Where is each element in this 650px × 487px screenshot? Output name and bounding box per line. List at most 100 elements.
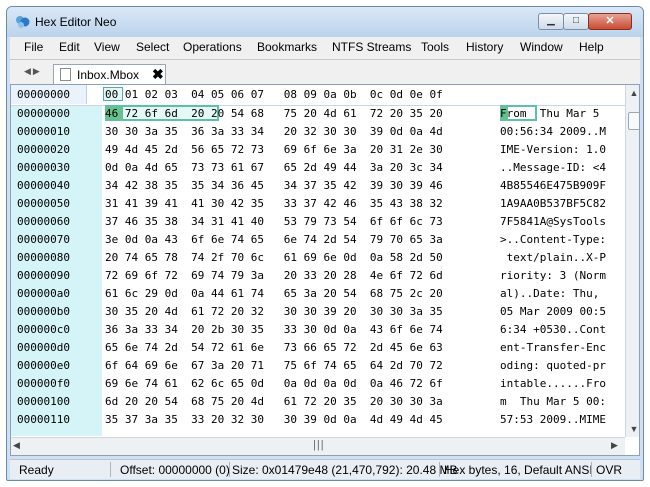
row-text[interactable]: 1A9AA0B537BF5C82 (500, 197, 606, 210)
row-text[interactable]: m Thu Mar 5 00: (500, 395, 606, 408)
row-text[interactable]: 05 Mar 2009 00:5 (500, 305, 606, 318)
close-button[interactable]: ✕ (588, 13, 632, 30)
row-text[interactable]: ..Message-ID: <4 (500, 161, 606, 174)
row-hex-bytes[interactable]: 72 69 6f 72 69 74 79 3a 20 33 20 28 4e 6… (105, 269, 443, 282)
menu-file[interactable]: File (24, 40, 43, 54)
hex-row[interactable]: 00000050 31 41 39 41 41 30 42 35 33 37 42… (11, 195, 611, 213)
vertical-scroll-thumb[interactable] (628, 112, 639, 130)
row-hex-bytes[interactable]: 6f 64 69 6e 67 3a 20 71 75 6f 74 65 64 2… (105, 359, 443, 372)
row-text[interactable]: IME-Version: 1.0 (500, 143, 606, 156)
horizontal-scrollbar[interactable]: ◀ ||| ▶ (11, 437, 625, 455)
row-hex-bytes[interactable]: 37 46 35 38 34 31 41 40 53 79 73 54 6f 6… (105, 215, 443, 228)
row-hex-bytes[interactable]: 34 42 38 35 35 34 36 45 34 37 35 42 39 3… (105, 179, 443, 192)
hex-row[interactable]: 00000070 3e 0d 0a 43 6f 6e 74 65 6e 74 2d… (11, 231, 611, 249)
hex-row[interactable]: 00000110 35 37 3a 35 33 20 32 30 30 39 0d… (11, 411, 611, 429)
menu-tools[interactable]: Tools (421, 40, 449, 54)
hex-row[interactable]: 00000080 20 74 65 78 74 2f 70 6c 61 69 6e… (11, 249, 611, 267)
row-hex-bytes[interactable]: 35 37 3a 35 33 20 32 30 30 39 0d 0a 4d 4… (105, 413, 443, 426)
row-offset: 00000030 (17, 161, 70, 174)
hex-row[interactable]: 00000040 34 42 38 35 35 34 36 45 34 37 35… (11, 177, 611, 195)
row-text[interactable]: al)..Date: Thu, (500, 287, 606, 300)
hex-editor-app-icon (16, 16, 30, 28)
row-text[interactable]: 6:34 +0530..Cont (500, 323, 606, 336)
row-hex-bytes[interactable]: 46 72 6f 6d 20 20 54 68 75 20 4d 61 72 2… (105, 107, 443, 120)
menu-operations[interactable]: Operations (183, 40, 242, 54)
minimize-button[interactable]: ▁ (538, 13, 564, 30)
row-offset: 00000080 (17, 251, 70, 264)
row-offset: 00000020 (17, 143, 70, 156)
hex-row[interactable]: 00000000 46 72 6f 6d 20 20 54 68 75 20 4d… (11, 105, 611, 123)
row-offset: 00000060 (17, 215, 70, 228)
row-text[interactable]: 7F5841A@SysTools (500, 215, 606, 228)
status-separator (229, 462, 230, 477)
row-text[interactable]: 4B85546E475B909F (500, 179, 606, 192)
row-hex-bytes[interactable]: 30 35 20 4d 61 72 20 32 30 30 39 20 30 3… (105, 305, 443, 318)
scroll-grip-icon[interactable]: ||| (313, 439, 325, 451)
row-hex-bytes[interactable]: 65 6e 74 2d 54 72 61 6e 73 66 65 72 2d 4… (105, 341, 443, 354)
row-offset: 00000010 (17, 125, 70, 138)
menu-ntfs-streams[interactable]: NTFS Streams (332, 40, 411, 54)
tab-scroll-arrows-icon[interactable]: ◀▶ (24, 66, 42, 77)
menu-history[interactable]: History (466, 40, 503, 54)
scroll-up-icon[interactable]: ▲ (626, 85, 639, 101)
row-text[interactable]: >..Content-Type: (500, 233, 606, 246)
row-hex-bytes[interactable]: 30 30 3a 35 36 3a 33 34 20 32 30 30 39 0… (105, 125, 443, 138)
hex-row[interactable]: 00000060 37 46 35 38 34 31 41 40 53 79 73… (11, 213, 611, 231)
row-hex-bytes[interactable]: 31 41 39 41 41 30 42 35 33 37 42 46 35 4… (105, 197, 443, 210)
row-hex-bytes[interactable]: 49 4d 45 2d 56 65 72 73 69 6f 6e 3a 20 3… (105, 143, 443, 156)
tab-strip: ◀▶ Inbox.Mbox ✖ (10, 60, 640, 85)
document-icon (60, 68, 71, 81)
row-hex-bytes[interactable]: 6d 20 20 54 68 75 20 4d 61 72 20 35 20 3… (105, 395, 443, 408)
scroll-left-icon[interactable]: ◀ (13, 440, 20, 451)
row-text[interactable]: ent-Transfer-Enc (500, 341, 606, 354)
menu-help[interactable]: Help (579, 40, 604, 54)
hex-row[interactable]: 000000c0 36 3a 33 34 20 2b 30 35 33 30 0d… (11, 321, 611, 339)
scroll-right-icon[interactable]: ▶ (611, 440, 618, 451)
row-hex-bytes[interactable]: 36 3a 33 34 20 2b 30 35 33 30 0d 0a 43 6… (105, 323, 443, 336)
row-text[interactable]: text/plain..X-P (500, 251, 606, 264)
row-text[interactable]: intable......Fro (500, 377, 606, 390)
status-bar: Ready Offset: 00000000 (0) Size: 0x01479… (10, 459, 640, 479)
row-hex-bytes[interactable]: 0d 0a 4d 65 73 73 61 67 65 2d 49 44 3a 2… (105, 161, 443, 174)
hex-editor-view[interactable]: 00000000 00 01 02 03 04 05 06 07 08 09 0… (10, 84, 640, 456)
menu-select[interactable]: Select (136, 40, 169, 54)
row-text[interactable]: oding: quoted-pr (500, 359, 606, 372)
row-text[interactable]: 00:56:34 2009..M (500, 125, 606, 138)
hex-row[interactable]: 000000b0 30 35 20 4d 61 72 20 32 30 30 39… (11, 303, 611, 321)
hex-row[interactable]: 00000020 49 4d 45 2d 56 65 72 73 69 6f 6e… (11, 141, 611, 159)
row-hex-bytes[interactable]: 61 6c 29 0d 0a 44 61 74 65 3a 20 54 68 7… (105, 287, 443, 300)
hex-row[interactable]: 00000100 6d 20 20 54 68 75 20 4d 61 72 20… (11, 393, 611, 411)
tab-close-icon[interactable]: ✖ (152, 66, 164, 83)
row-offset: 00000100 (17, 395, 70, 408)
menu-edit[interactable]: Edit (59, 40, 80, 54)
scroll-down-icon[interactable]: ▼ (626, 421, 639, 437)
row-text[interactable]: From Thu Mar 5 (500, 107, 606, 120)
status-separator (591, 462, 592, 477)
app-window: Hex Editor Neo ▁ □ ✕ File Edit View Sele… (6, 6, 644, 481)
menu-window[interactable]: Window (520, 40, 563, 54)
row-offset: 000000f0 (17, 377, 70, 390)
hex-row[interactable]: 00000090 72 69 6f 72 69 74 79 3a 20 33 20… (11, 267, 611, 285)
hex-row[interactable]: 000000d0 65 6e 74 2d 54 72 61 6e 73 66 65… (11, 339, 611, 357)
vertical-scrollbar[interactable]: ▲ ▼ (625, 85, 639, 437)
row-hex-bytes[interactable]: 3e 0d 0a 43 6f 6e 74 65 6e 74 2d 54 79 7… (105, 233, 443, 246)
hex-row[interactable]: 000000a0 61 6c 29 0d 0a 44 61 74 65 3a 20… (11, 285, 611, 303)
row-offset: 000000b0 (17, 305, 70, 318)
hex-row[interactable]: 00000030 0d 0a 4d 65 73 73 61 67 65 2d 49… (11, 159, 611, 177)
menu-bar: File Edit View Select Operations Bookmar… (10, 37, 640, 60)
hex-row[interactable]: 000000e0 6f 64 69 6e 67 3a 20 71 75 6f 74… (11, 357, 611, 375)
hex-row[interactable]: 000000f0 69 6e 74 61 62 6c 65 0d 0a 0d 0a… (11, 375, 611, 393)
row-hex-bytes[interactable]: 20 74 65 78 74 2f 70 6c 61 69 6e 0d 0a 5… (105, 251, 443, 264)
menu-bookmarks[interactable]: Bookmarks (257, 40, 317, 54)
maximize-button[interactable]: □ (563, 13, 589, 30)
status-ovr: OVR (596, 463, 623, 477)
status-mode: Hex bytes, 16, Default ANSI (444, 463, 593, 477)
hex-row[interactable]: 00000010 30 30 3a 35 36 3a 33 34 20 32 30… (11, 123, 611, 141)
offset-header: 00000000 (11, 85, 87, 104)
tab-inbox-mbox[interactable]: Inbox.Mbox ✖ (53, 64, 166, 85)
title-bar[interactable]: Hex Editor Neo ▁ □ ✕ (7, 7, 643, 37)
row-text[interactable]: 57:53 2009..MIME (500, 413, 606, 426)
menu-view[interactable]: View (94, 40, 120, 54)
row-text[interactable]: riority: 3 (Norm (500, 269, 606, 282)
row-hex-bytes[interactable]: 69 6e 74 61 62 6c 65 0d 0a 0d 0a 0d 0a 4… (105, 377, 443, 390)
